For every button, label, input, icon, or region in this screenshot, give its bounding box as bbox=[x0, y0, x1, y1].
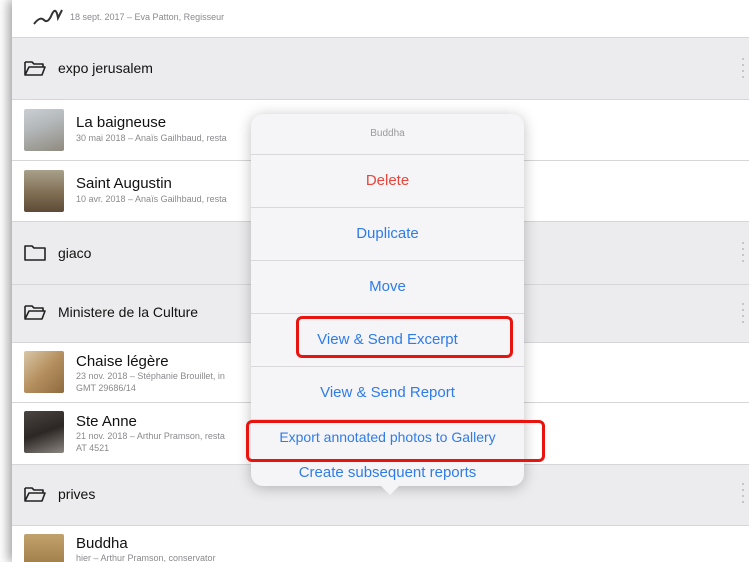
move-button[interactable]: Move bbox=[251, 261, 524, 314]
folder-open-icon bbox=[24, 61, 46, 76]
duplicate-button[interactable]: Duplicate bbox=[251, 208, 524, 261]
signature-icon bbox=[33, 9, 63, 25]
item-subtitle-secondary: AT 4521 bbox=[76, 443, 110, 453]
item-thumbnail bbox=[24, 534, 64, 562]
folder-icon bbox=[24, 245, 46, 261]
popover-title: Buddha bbox=[251, 114, 524, 155]
item-title: La baigneuse bbox=[76, 114, 167, 131]
folder-open-icon bbox=[24, 487, 46, 502]
view-send-excerpt-button[interactable]: View & Send Excerpt bbox=[251, 314, 524, 367]
item-thumbnail bbox=[24, 170, 64, 212]
delete-button[interactable]: Delete bbox=[251, 155, 524, 208]
folder-name: Ministere de la Culture bbox=[58, 304, 199, 320]
item-title: Ste Anne bbox=[76, 413, 137, 430]
folder-open-icon bbox=[24, 305, 46, 320]
action-popover: Buddha Delete Duplicate Move View & Send… bbox=[251, 114, 524, 495]
popover-arrow bbox=[380, 485, 400, 495]
item-subtitle: 10 avr. 2018 – Anaïs Gailhbaud, resta bbox=[76, 194, 227, 204]
item-title: Saint Augustin bbox=[76, 175, 172, 192]
list-item-buddha[interactable]: Buddha hier – Arthur Pramson, conservato… bbox=[12, 526, 749, 562]
view-send-report-button[interactable]: View & Send Report bbox=[251, 367, 524, 420]
item-subtitle: hier – Arthur Pramson, conservator bbox=[76, 553, 216, 562]
folder-name: prives bbox=[58, 486, 96, 502]
item-subtitle: 30 mai 2018 – Anaïs Gailhbaud, resta bbox=[76, 133, 227, 143]
item-subtitle-secondary: GMT 29686/14 bbox=[76, 383, 136, 393]
folder-name: giaco bbox=[58, 245, 92, 261]
more-dots-icon[interactable] bbox=[742, 303, 745, 327]
folder-row-expo-jerusalem[interactable]: expo jerusalem bbox=[12, 38, 749, 100]
item-title: Chaise légère bbox=[76, 353, 169, 370]
item-subtitle: 23 nov. 2018 – Stéphanie Brouillet, in bbox=[76, 371, 225, 381]
item-thumbnail bbox=[24, 109, 64, 151]
item-subtitle: 18 sept. 2017 – Eva Patton, Regisseur bbox=[70, 12, 225, 22]
export-annotated-photos-button[interactable]: Export annotated photos to Gallery bbox=[251, 414, 524, 461]
folder-name: expo jerusalem bbox=[58, 60, 153, 76]
item-title: Buddha bbox=[76, 535, 128, 552]
more-dots-icon[interactable] bbox=[742, 58, 745, 82]
create-subsequent-reports-button[interactable]: Create subsequent reports bbox=[251, 462, 524, 486]
item-thumbnail bbox=[24, 351, 64, 393]
item-thumbnail bbox=[24, 411, 64, 453]
item-subtitle: 21 nov. 2018 – Arthur Pramson, resta bbox=[76, 431, 225, 441]
list-item-partial[interactable]: 18 sept. 2017 – Eva Patton, Regisseur bbox=[12, 0, 749, 38]
more-dots-icon[interactable] bbox=[742, 242, 745, 266]
more-dots-icon[interactable] bbox=[742, 483, 745, 507]
